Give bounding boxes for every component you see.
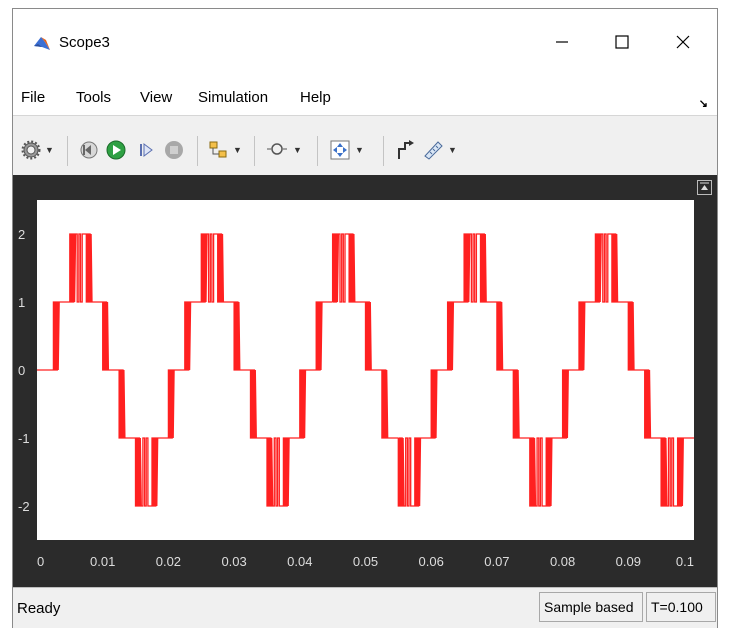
x-tick-label: 0.02: [156, 554, 181, 569]
chevron-down-icon[interactable]: ▼: [355, 145, 364, 155]
toolbar-separator: [67, 136, 68, 166]
step-forward-icon: [140, 143, 153, 157]
run-icon: [106, 140, 126, 160]
settings-button[interactable]: ▼: [21, 138, 54, 162]
time-readout: T=0.100: [646, 592, 716, 622]
x-tick-label: 0.01: [90, 554, 115, 569]
zoom-icon: [267, 143, 287, 155]
stop-button[interactable]: [163, 138, 185, 162]
step-back-icon: [80, 141, 98, 159]
measurements-button[interactable]: ▼: [422, 138, 457, 162]
y-tick-label: -2: [18, 499, 30, 514]
x-tick-label: 0.07: [484, 554, 509, 569]
scope-plot[interactable]: 2 1 0 -1 -2 0 0.01 0.02 0.03 0.04 0.05 0.06 0.07 0.0…: [13, 175, 717, 587]
y-tick-label: 1: [18, 295, 25, 310]
status-text: Ready: [17, 600, 61, 617]
menu-view[interactable]: View: [140, 89, 172, 106]
close-icon: [676, 35, 690, 49]
run-button[interactable]: [105, 138, 127, 162]
toolbar-separator: [317, 136, 318, 166]
undock-arrow-icon[interactable]: ↘: [699, 97, 708, 110]
minimize-icon: [556, 41, 568, 43]
signal-select-icon: [209, 141, 227, 158]
scope-window: Scope3 File Tools View Simulation Help ↘…: [12, 8, 718, 628]
x-tick-label: 0.09: [616, 554, 641, 569]
x-tick-label: 0.04: [287, 554, 312, 569]
menu-help[interactable]: Help: [300, 89, 331, 106]
zoom-button[interactable]: ▼: [265, 138, 302, 162]
y-tick-labels: 2 1 0 -1 -2: [18, 227, 30, 514]
x-tick-label: 0.1: [676, 554, 694, 569]
stop-icon: [165, 141, 183, 159]
fit-axes-button[interactable]: ▼: [329, 138, 364, 162]
step-back-button[interactable]: [77, 138, 99, 162]
y-tick-label: 0: [18, 363, 25, 378]
signal-select-button[interactable]: ▼: [207, 138, 242, 162]
menu-tools[interactable]: Tools: [76, 89, 111, 106]
chevron-down-icon[interactable]: ▼: [45, 145, 54, 155]
close-button[interactable]: [660, 23, 706, 61]
menu-simulation[interactable]: Simulation: [198, 89, 268, 106]
x-tick-labels: 0 0.01 0.02 0.03 0.04 0.05 0.06 0.07 0.08 0.09 0.1: [37, 554, 694, 569]
x-tick-label: 0.08: [550, 554, 575, 569]
y-tick-label: 2: [18, 227, 25, 242]
toolbar: ▼ ▼ ▼ ▼ ▼: [13, 115, 717, 176]
status-bar: Ready Sample based T=0.100: [13, 587, 717, 628]
maximize-icon: [615, 35, 629, 49]
chevron-down-icon[interactable]: ▼: [233, 145, 242, 155]
matlab-icon: [33, 34, 51, 52]
chevron-down-icon[interactable]: ▼: [448, 145, 457, 155]
pin-icon[interactable]: [697, 180, 712, 195]
title-bar[interactable]: Scope3: [13, 9, 717, 75]
window-title: Scope3: [59, 34, 110, 51]
menu-file[interactable]: File: [21, 89, 45, 106]
x-tick-label: 0: [37, 554, 44, 569]
y-tick-label: -1: [18, 431, 30, 446]
maximize-button[interactable]: [599, 23, 645, 61]
highlight-block-icon: [398, 140, 414, 159]
minimize-button[interactable]: [539, 23, 585, 61]
measurements-icon: [424, 141, 443, 160]
toolbar-separator: [254, 136, 255, 166]
gear-icon: [21, 140, 41, 160]
plot-panel: 2 1 0 -1 -2 0 0.01 0.02 0.03 0.04 0.05 0.06 0.07 0.0…: [13, 175, 717, 587]
fit-axes-icon: [330, 140, 350, 160]
chevron-down-icon[interactable]: ▼: [293, 145, 302, 155]
x-tick-label: 0.06: [419, 554, 444, 569]
sampling-mode-field: Sample based: [539, 592, 643, 622]
highlight-block-button[interactable]: [394, 138, 416, 162]
menu-bar: File Tools View Simulation Help ↘: [13, 75, 717, 115]
toolbar-separator: [197, 136, 198, 166]
x-tick-label: 0.05: [353, 554, 378, 569]
step-forward-button[interactable]: [135, 138, 157, 162]
x-tick-label: 0.03: [221, 554, 246, 569]
toolbar-separator: [383, 136, 384, 166]
